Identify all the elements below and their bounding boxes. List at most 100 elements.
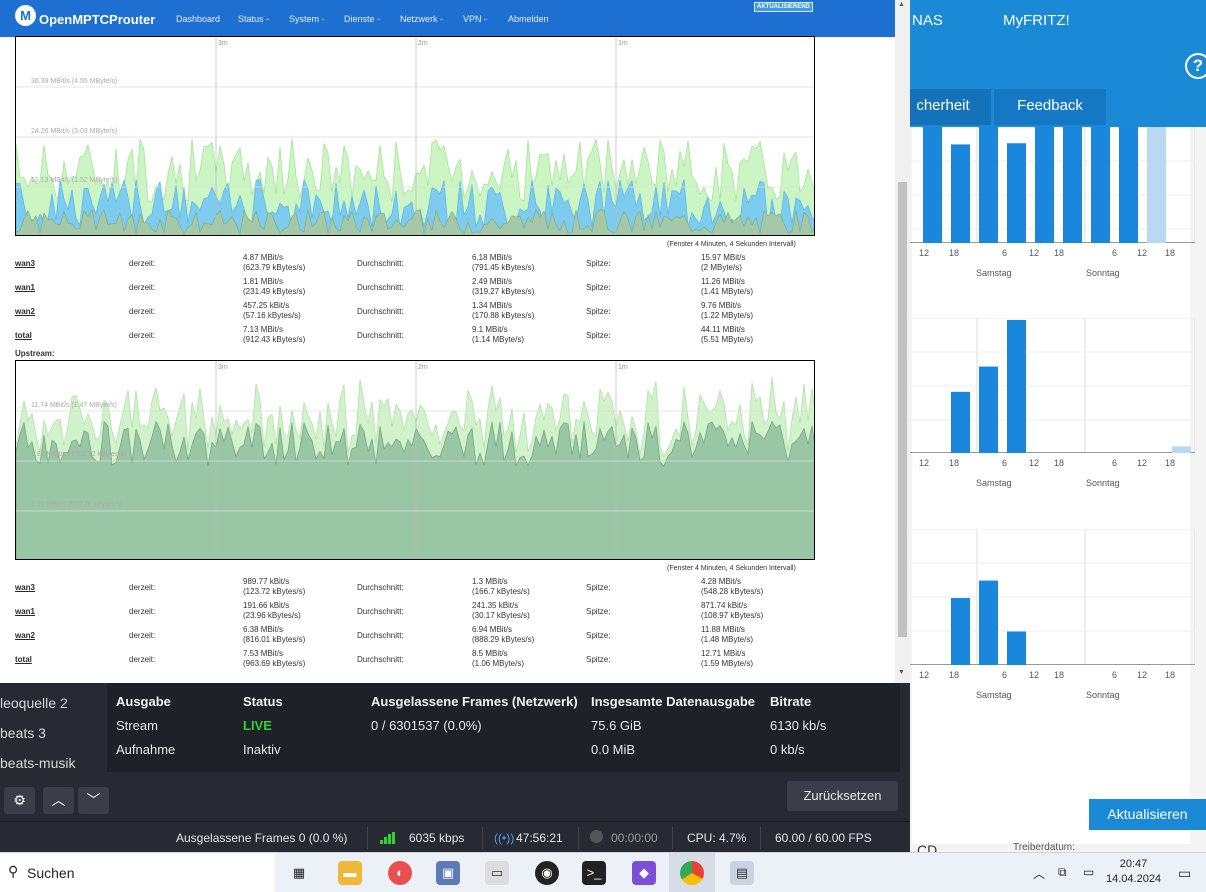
usage-bar[interactable] bbox=[1007, 631, 1026, 666]
average-label: Durchschnitt: bbox=[357, 259, 404, 268]
peak-value: 15.97 MBit/s bbox=[701, 253, 746, 262]
refresh-button[interactable]: Aktualisieren bbox=[1089, 799, 1206, 830]
average-value: 1.34 MBit/s bbox=[472, 301, 513, 310]
taskbar-search[interactable]: ⚲ Suchen bbox=[0, 853, 275, 892]
scroll-thumb[interactable] bbox=[898, 182, 907, 637]
current-label: derzeit: bbox=[129, 331, 156, 340]
nav-nas[interactable]: NAS bbox=[912, 12, 943, 29]
nav-abmelden[interactable]: Abmelden bbox=[508, 14, 549, 24]
source-item[interactable]: beats 3 bbox=[0, 725, 46, 741]
x-tick-label: 12 bbox=[1029, 248, 1040, 258]
table-cell: 75.6 GiB bbox=[591, 718, 642, 733]
interface-name[interactable]: wan2 bbox=[15, 631, 35, 640]
tab-feedback[interactable]: Feedback bbox=[994, 89, 1106, 125]
interface-name[interactable]: wan2 bbox=[15, 307, 35, 316]
interface-name[interactable]: wan1 bbox=[15, 283, 35, 292]
fritz-header: NAS MyFRITZ! ? cherheit Feedback bbox=[895, 0, 1206, 127]
usage-bar[interactable] bbox=[979, 127, 998, 243]
scale-label: 7.82 MBit/s (1001.52 kBytes/s) bbox=[31, 451, 127, 458]
x-tick-label: 18 bbox=[949, 670, 960, 680]
nav-system[interactable]: System - bbox=[289, 14, 325, 24]
usage-bar[interactable] bbox=[1035, 127, 1054, 243]
current-value-bytes: (963.69 kBytes/s) bbox=[243, 659, 306, 668]
terminal-icon[interactable]: >_ bbox=[582, 861, 606, 885]
nav-dashboard[interactable]: Dashboard bbox=[176, 14, 220, 24]
vpn-app-icon[interactable]: ◆ bbox=[632, 861, 656, 885]
x-tick-label: 12 bbox=[919, 670, 930, 680]
col-header: Status bbox=[243, 694, 283, 709]
network-icon[interactable]: ▭ bbox=[1083, 865, 1094, 879]
peak-value-bytes: (108.97 kBytes/s) bbox=[701, 611, 764, 620]
task-view-icon[interactable]: ▦ bbox=[287, 861, 311, 885]
x-tick-label: 6 bbox=[1112, 670, 1118, 680]
file-explorer-icon[interactable]: ▬ bbox=[338, 861, 362, 885]
remote-desktop-icon[interactable]: ▤ bbox=[730, 861, 754, 885]
usage-bar[interactable] bbox=[1007, 320, 1026, 453]
average-label: Durchschnitt: bbox=[357, 655, 404, 664]
interface-name[interactable]: wan3 bbox=[15, 259, 35, 268]
search-icon: ⚲ bbox=[8, 863, 19, 879]
nav-dienste[interactable]: Dienste - bbox=[344, 14, 380, 24]
x-tick-label: 18 bbox=[1165, 458, 1176, 468]
usage-bar[interactable] bbox=[923, 127, 942, 243]
interface-name[interactable]: total bbox=[15, 331, 32, 340]
interface-name[interactable]: total bbox=[15, 655, 32, 664]
interface-name[interactable]: wan3 bbox=[15, 583, 35, 592]
nav-vpn[interactable]: VPN - bbox=[463, 14, 487, 24]
page-scrollbar[interactable]: ▲ ▼ bbox=[895, 0, 910, 683]
current-label: derzeit: bbox=[129, 583, 156, 592]
putty-icon[interactable]: ▣ bbox=[436, 861, 460, 885]
usage-bar[interactable] bbox=[979, 366, 998, 453]
obs-icon[interactable]: ◉ bbox=[535, 861, 559, 885]
scale-label: 24.26 MBit/s (3.03 MByte/s) bbox=[31, 128, 118, 135]
usage-bar[interactable] bbox=[1172, 446, 1191, 453]
source-item[interactable]: leoquelle 2 bbox=[0, 695, 68, 711]
x-tick-label: 12 bbox=[1029, 458, 1040, 468]
usage-bar[interactable] bbox=[1007, 143, 1026, 243]
browser-window: M OpenMPTCProuter Dashboard Status - Sys… bbox=[0, 0, 910, 683]
time-label: 1m bbox=[618, 364, 628, 371]
system-clock[interactable]: 20:47 14.04.2024 bbox=[1106, 857, 1161, 887]
col-header: Ausgabe bbox=[116, 694, 171, 709]
notification-icon[interactable]: ▭ bbox=[1178, 865, 1191, 882]
current-value-bytes: (623.79 kBytes/s) bbox=[243, 263, 306, 272]
signal-icon bbox=[380, 832, 395, 844]
stat-row-wan2: wan2 derzeit: 457.25 kBit/s (57.16 kBytes/s… bbox=[15, 301, 815, 325]
average-value: 241.35 kBit/s bbox=[472, 601, 519, 610]
help-icon[interactable]: ? bbox=[1185, 53, 1206, 79]
source-item[interactable]: beats-musik bbox=[0, 755, 75, 771]
stream-time: 47:56:21 bbox=[516, 831, 563, 845]
chevron-up-icon[interactable]: ︿ bbox=[43, 787, 74, 814]
usage-bar[interactable] bbox=[951, 598, 970, 665]
x-tick-label: 12 bbox=[1137, 458, 1148, 468]
monitor-app-icon[interactable]: ▭ bbox=[485, 861, 509, 885]
peak-value-bytes: (1.48 MByte/s) bbox=[701, 635, 754, 644]
nav-status[interactable]: Status - bbox=[238, 14, 269, 24]
chrome-icon[interactable] bbox=[680, 861, 704, 885]
scroll-down-icon[interactable]: ▼ bbox=[898, 669, 905, 676]
gear-icon[interactable]: ⚙ bbox=[4, 787, 35, 814]
usage-bar[interactable] bbox=[1091, 127, 1110, 243]
current-value: 4.87 MBit/s bbox=[243, 253, 284, 262]
scale-label: 11.74 MBit/s (1.47 MByte/s) bbox=[31, 402, 117, 409]
network-tool-icon[interactable]: ◐ bbox=[388, 861, 412, 885]
usage-bar[interactable] bbox=[951, 391, 970, 453]
dropped-frames: Ausgelassene Frames 0 (0.0 %) bbox=[176, 831, 348, 845]
nav-netzwerk[interactable]: Netzwerk - bbox=[400, 14, 443, 24]
usage-bar[interactable] bbox=[979, 580, 998, 665]
usage-bar[interactable] bbox=[1119, 127, 1138, 243]
tray-app-icon[interactable]: ⧉ bbox=[1058, 865, 1067, 880]
tray-expand-icon[interactable]: ︿ bbox=[1033, 865, 1045, 882]
x-tick-label: 18 bbox=[1165, 670, 1176, 680]
usage-bar[interactable] bbox=[1147, 127, 1166, 243]
brand-link[interactable]: OpenMPTCProuter bbox=[39, 12, 155, 27]
usage-bar[interactable] bbox=[1063, 127, 1082, 243]
x-tick-label: 12 bbox=[1029, 670, 1040, 680]
chevron-down-icon[interactable]: ﹀ bbox=[78, 787, 109, 814]
scroll-up-icon[interactable]: ▲ bbox=[898, 1, 905, 8]
usage-bar[interactable] bbox=[951, 144, 970, 243]
record-icon bbox=[590, 830, 603, 843]
reset-button[interactable]: Zurücksetzen bbox=[787, 781, 898, 811]
nav-myfritz[interactable]: MyFRITZ! bbox=[1003, 12, 1070, 29]
interface-name[interactable]: wan1 bbox=[15, 607, 35, 616]
